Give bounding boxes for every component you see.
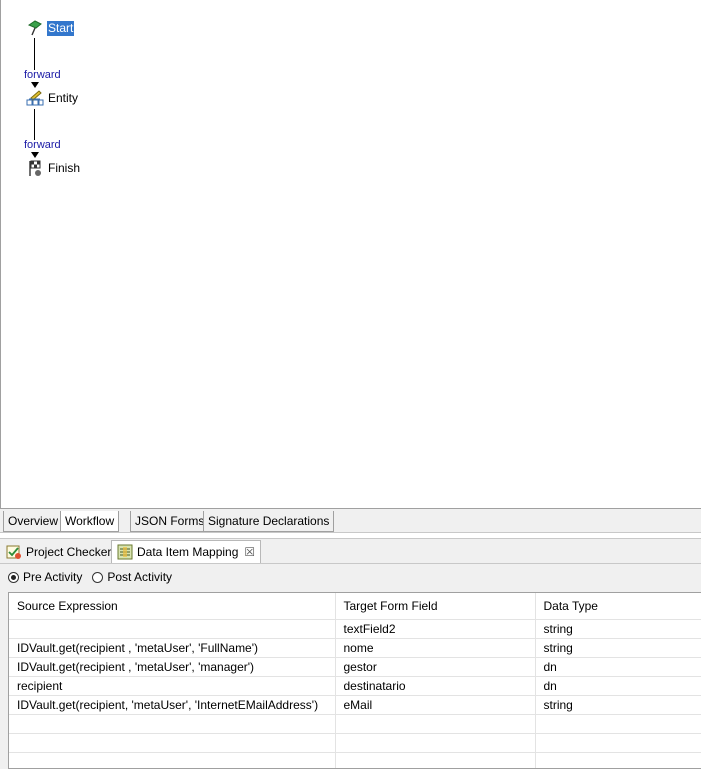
data-type-cell[interactable]: dn	[535, 676, 701, 696]
source-expression-cell[interactable]	[9, 619, 336, 639]
table-header-row: Source Expression Target Form Field Data…	[9, 593, 701, 620]
table-row[interactable]: IDVault.get(recipient , 'metaUser', 'Ful…	[9, 638, 701, 658]
tab-data-item-mapping-label: Data Item Mapping	[137, 545, 239, 559]
start-node-label: Start	[47, 20, 75, 36]
target-form-field-cell[interactable]: nome	[335, 638, 536, 658]
table-row[interactable]: IDVault.get(recipient , 'metaUser', 'man…	[9, 657, 701, 677]
target-form-field-cell[interactable]: eMail	[335, 695, 536, 715]
flow-arrow	[31, 82, 39, 88]
data-type-cell[interactable]: string	[535, 619, 701, 639]
target-form-field-cell[interactable]: textField2	[335, 619, 536, 639]
target-form-field-cell[interactable]: gestor	[335, 657, 536, 677]
data-type-cell[interactable]	[535, 733, 701, 753]
source-expression-cell[interactable]: IDVault.get(recipient , 'metaUser', 'man…	[9, 657, 336, 677]
close-icon[interactable]: ☒	[244, 545, 255, 559]
tab-data-item-mapping[interactable]: Data Item Mapping ☒	[111, 540, 262, 563]
radio-unselected-icon	[92, 571, 104, 583]
target-form-field-cell[interactable]: destinatario	[335, 676, 536, 696]
tab-project-checker-label: Project Checker	[26, 544, 112, 559]
header-data-type[interactable]: Data Type	[535, 593, 701, 620]
finish-flag-icon	[29, 160, 41, 176]
source-expression-cell[interactable]	[9, 714, 336, 734]
tab-overview[interactable]: Overview	[3, 511, 64, 532]
data-type-cell[interactable]: string	[535, 695, 701, 715]
data-type-cell[interactable]	[535, 752, 701, 768]
tab-signature-declarations[interactable]: Signature Declarations	[203, 511, 335, 532]
source-expression-cell[interactable]: IDVault.get(recipient, 'metaUser', 'Inte…	[9, 695, 336, 715]
start-node[interactable]: Start	[26, 19, 75, 37]
tab-workflow[interactable]: Workflow	[60, 511, 120, 532]
post-activity-label: Post Activity	[107, 570, 173, 584]
data-type-cell[interactable]: string	[535, 638, 701, 658]
pre-activity-label: Pre Activity	[23, 570, 83, 584]
flow-label-forward[interactable]: forward	[24, 69, 61, 81]
table-row[interactable]	[9, 733, 701, 753]
table-row[interactable]: recipient destinatario dn	[9, 676, 701, 696]
flow-line	[34, 109, 35, 140]
flow-label-forward[interactable]: forward	[24, 139, 61, 151]
entity-icon	[26, 90, 44, 106]
table-row[interactable]	[9, 752, 701, 768]
radio-selected-icon	[8, 571, 19, 583]
target-form-field-cell[interactable]	[335, 733, 536, 753]
view-tab-bar: Project Checker Data Item Mapping ☒	[0, 538, 701, 564]
data-item-mapping-icon	[117, 544, 133, 560]
data-type-cell[interactable]	[535, 714, 701, 734]
project-checker-icon	[6, 545, 21, 559]
flow-arrow	[31, 152, 39, 158]
tab-json-forms[interactable]: JSON Forms	[130, 511, 210, 532]
table-row[interactable]: textField2 string	[9, 619, 701, 639]
target-form-field-cell[interactable]	[335, 752, 536, 768]
start-flag-icon	[27, 20, 42, 36]
table-row[interactable]: IDVault.get(recipient, 'metaUser', 'Inte…	[9, 695, 701, 715]
finish-node-label: Finish	[48, 160, 81, 175]
source-expression-cell[interactable]	[9, 752, 336, 768]
activity-radio-group: Pre Activity Post Activity	[8, 570, 172, 584]
source-expression-cell[interactable]: recipient	[9, 676, 336, 696]
entity-node[interactable]: Entity	[26, 89, 79, 107]
mapping-table: Source Expression Target Form Field Data…	[8, 592, 701, 769]
header-source-expression[interactable]: Source Expression	[9, 593, 336, 620]
tab-project-checker[interactable]: Project Checker	[1, 540, 116, 563]
table-row[interactable]	[9, 714, 701, 734]
header-target-form-field[interactable]: Target Form Field	[335, 593, 536, 620]
source-expression-cell[interactable]	[9, 733, 336, 753]
target-form-field-cell[interactable]	[335, 714, 536, 734]
pre-activity-radio[interactable]: Pre Activity	[8, 570, 82, 584]
workflow-canvas[interactable]: Start forward Entity forward Finish	[0, 0, 701, 508]
data-type-cell[interactable]: dn	[535, 657, 701, 677]
flow-line	[34, 38, 35, 70]
entity-node-label: Entity	[48, 90, 79, 105]
source-expression-cell[interactable]: IDVault.get(recipient , 'metaUser', 'Ful…	[9, 638, 336, 658]
post-activity-radio[interactable]: Post Activity	[92, 570, 172, 584]
data-item-mapping-view: Pre Activity Post Activity Source Expres…	[0, 564, 701, 769]
editor-tab-bar: Overview Workflow JSON Forms Signature D…	[0, 508, 701, 533]
finish-node[interactable]: Finish	[26, 159, 81, 177]
